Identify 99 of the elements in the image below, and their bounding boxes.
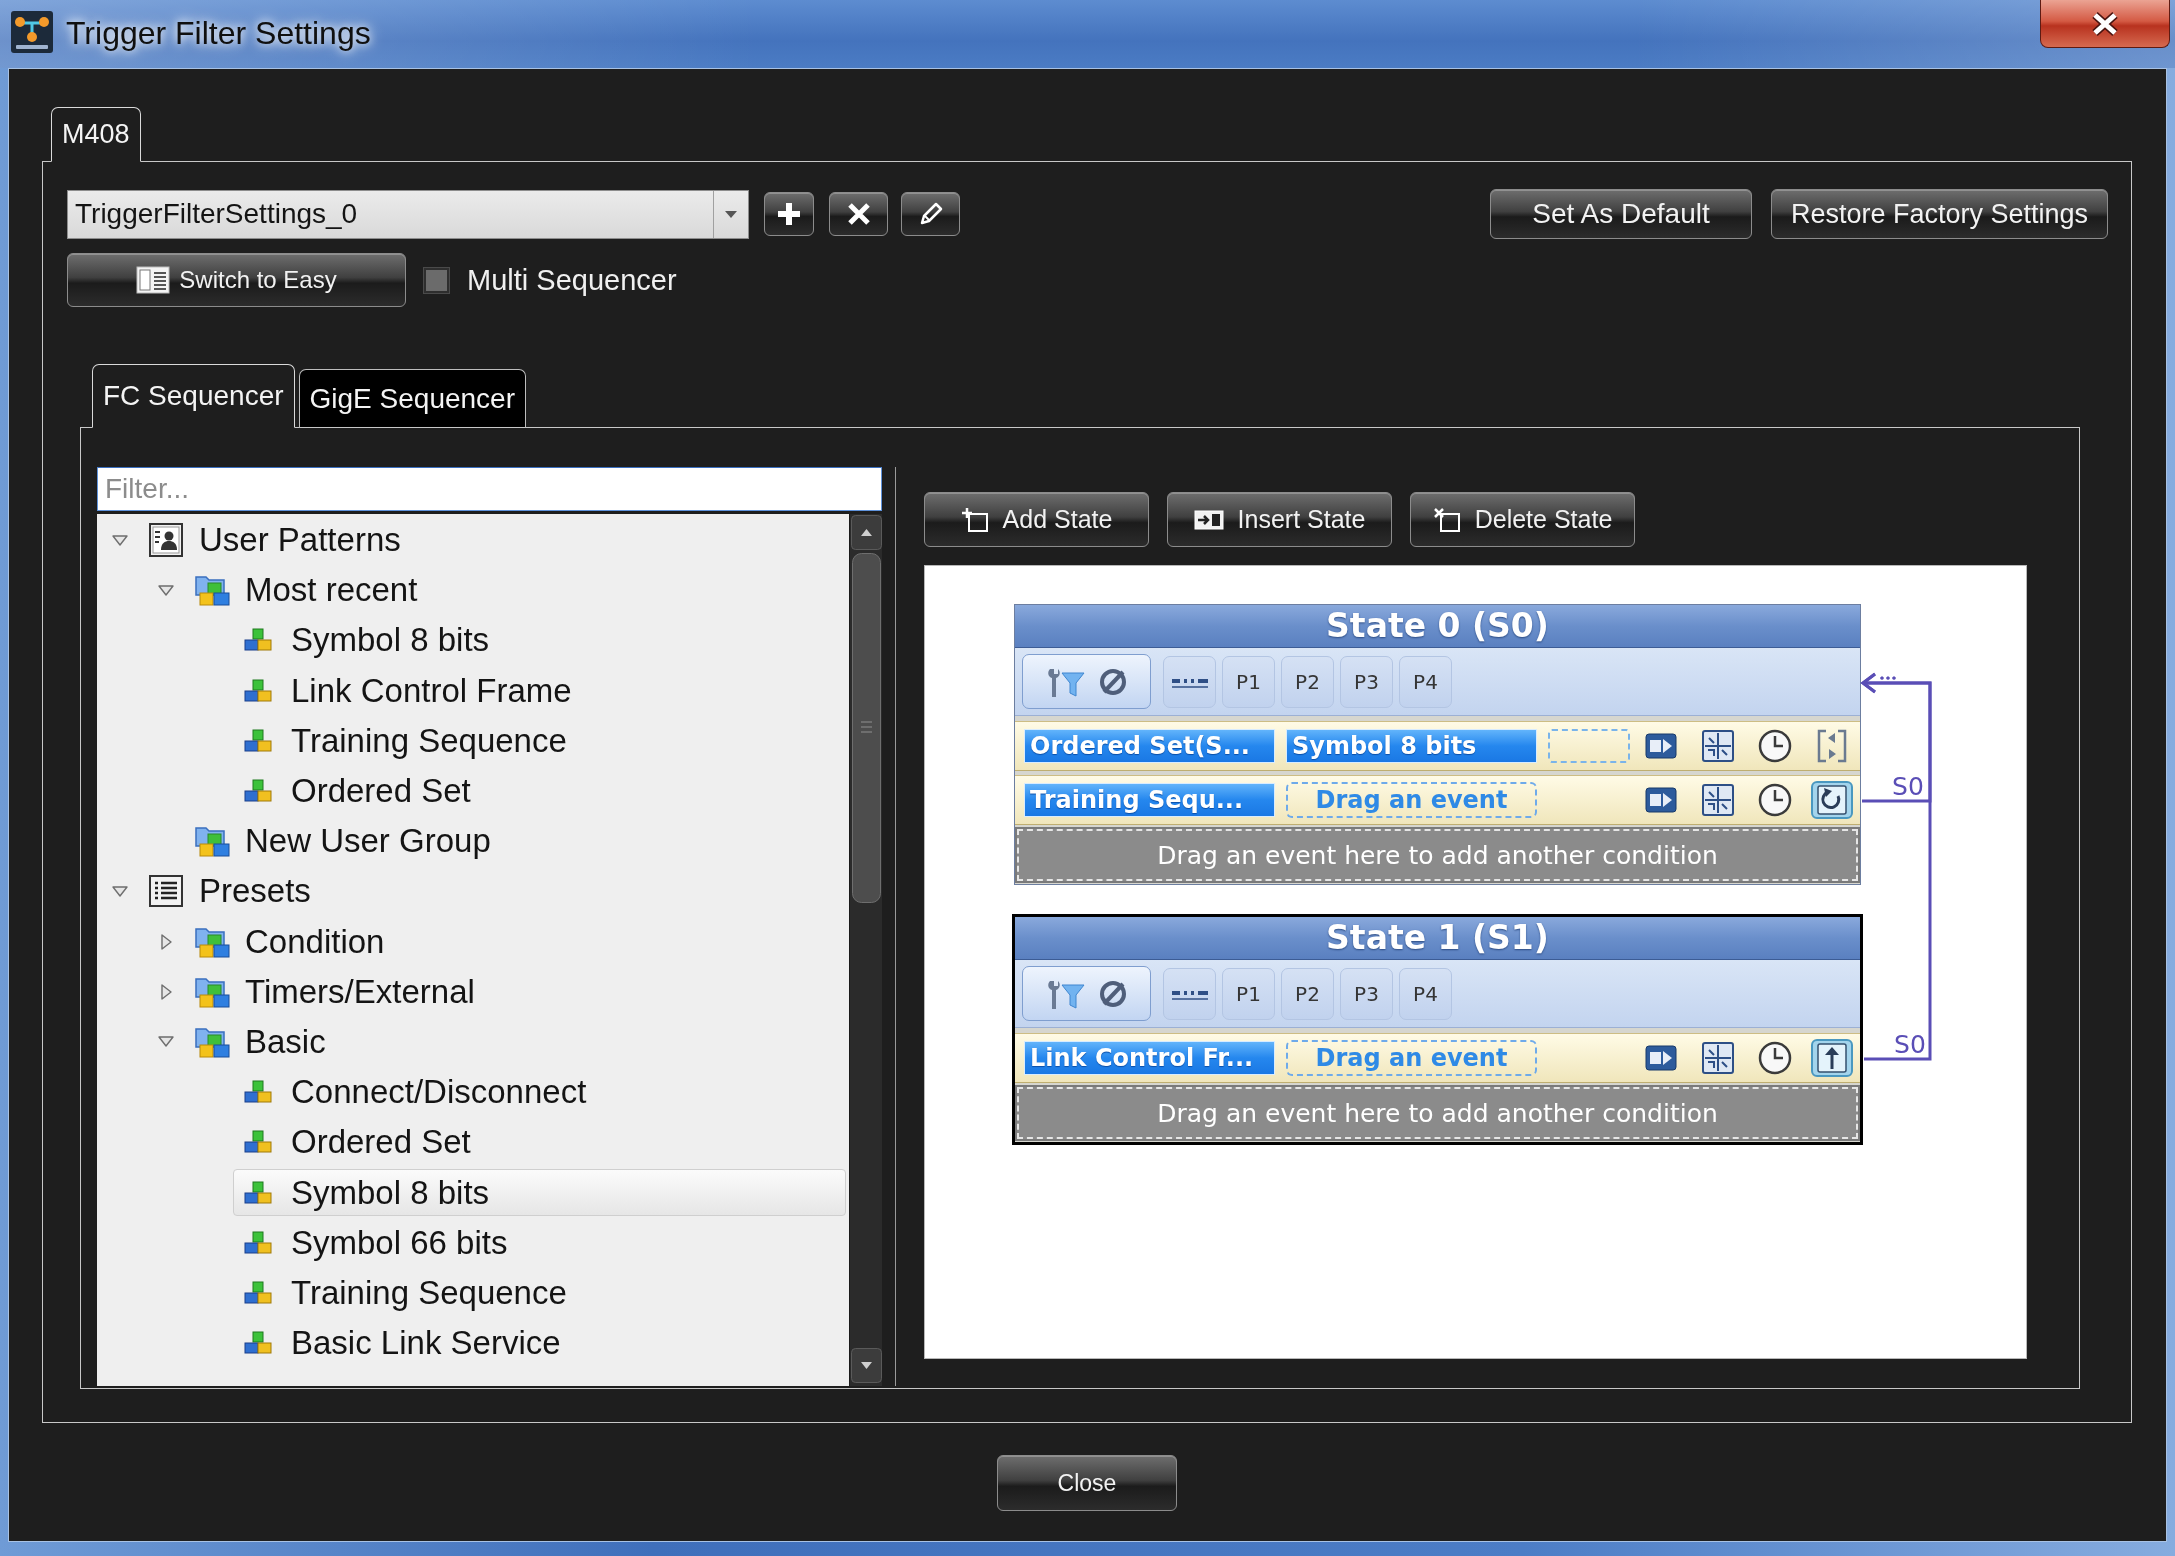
transition-label: S0 [1892, 772, 1924, 801]
blocks-icon [244, 1331, 272, 1356]
tree-item[interactable]: New User Group [187, 817, 846, 865]
blocks-icon [244, 628, 272, 653]
line-button[interactable] [1163, 967, 1216, 1020]
tree-item[interactable]: Presets [141, 867, 846, 915]
scroll-up-icon[interactable] [850, 515, 882, 550]
state-title: State 1 (S1) [1015, 917, 1860, 960]
caret-icon [725, 210, 737, 218]
state-node[interactable]: State 0 (S0) P1 P2 P3 P4 Ordered Set(S... Symbol 8 bits Training Sequ... Drag an event Drag an event here to add another condition [1014, 604, 1861, 885]
pattern-button[interactable]: P4 [1399, 967, 1452, 1020]
node-graph-icon [11, 11, 53, 53]
cross-icon [846, 202, 871, 226]
device-tab[interactable]: M408 [51, 107, 141, 162]
state-node[interactable]: State 1 (S1) P1 P2 P3 P4 Link Control Fr... Drag an event Drag an event here to add another condition [1012, 914, 1863, 1145]
pattern-button[interactable]: P3 [1340, 655, 1393, 708]
remove-button[interactable] [829, 192, 888, 236]
tree-item[interactable]: Link Control Frame [233, 667, 846, 715]
close-button[interactable]: Close [997, 1455, 1177, 1511]
transition-label: S0 [1894, 1030, 1926, 1059]
collapsed-arrow-icon[interactable] [160, 933, 172, 950]
tree-item[interactable]: Training Sequence [233, 717, 846, 765]
tree-item[interactable]: Condition [187, 918, 846, 966]
split-box-icon[interactable] [1701, 1042, 1734, 1074]
pattern-button[interactable]: P1 [1222, 967, 1275, 1020]
sequencer-tab[interactable]: GigE Sequencer [298, 369, 526, 428]
expanded-arrow-icon[interactable] [112, 885, 128, 897]
no-symbol-icon [1097, 666, 1128, 697]
clock-icon[interactable] [1757, 783, 1792, 817]
clock-icon[interactable] [1757, 729, 1792, 763]
filter-tools-button[interactable] [1022, 966, 1151, 1021]
plus-icon [776, 201, 802, 227]
no-symbol-icon [1097, 978, 1128, 1009]
profile-dropdown[interactable]: TriggerFilterSettings_0 [67, 189, 749, 239]
cross-square-icon [1432, 506, 1461, 533]
switch-mode-button[interactable]: Switch to Easy [67, 253, 406, 307]
blocks-icon [244, 779, 272, 804]
tree-item[interactable]: Symbol 8 bits [233, 616, 846, 664]
pattern-button[interactable]: P2 [1281, 967, 1334, 1020]
tree-item[interactable]: Symbol 8 bits [233, 1169, 846, 1217]
tree-item[interactable]: Symbol 66 bits [233, 1219, 846, 1267]
expanded-arrow-icon[interactable] [158, 584, 174, 596]
folder-icon [193, 573, 231, 608]
insert-state-button[interactable]: Insert State [1167, 492, 1392, 547]
delete-state-button[interactable]: Delete State [1410, 492, 1635, 547]
event-chip[interactable]: Ordered Set(S... [1024, 729, 1275, 763]
expanded-arrow-icon[interactable] [158, 1036, 174, 1048]
panel-icon [136, 266, 171, 294]
bracket-arrows-icon[interactable] [1815, 728, 1848, 764]
split-box-icon[interactable] [1701, 730, 1734, 762]
event-chip[interactable]: Link Control Fr... [1024, 1041, 1275, 1075]
clock-icon[interactable] [1757, 1041, 1792, 1075]
line-button[interactable] [1163, 655, 1216, 708]
blocks-icon [244, 1130, 272, 1155]
filter-field[interactable]: Filter... [97, 467, 882, 511]
collapsed-arrow-icon[interactable] [160, 983, 172, 1000]
sequencer-tab[interactable]: FC Sequencer [92, 364, 295, 428]
tree-item[interactable]: Basic [187, 1018, 846, 1066]
set-default-button[interactable]: Set As Default [1490, 189, 1752, 239]
edit-button[interactable] [901, 192, 960, 236]
add-state-button[interactable]: Add State [924, 492, 1149, 547]
filter-tools-button[interactable] [1022, 654, 1151, 709]
scrollbar-track[interactable] [849, 514, 882, 1386]
tree-item[interactable]: Timers/External [187, 968, 846, 1016]
pattern-button[interactable]: P3 [1340, 967, 1393, 1020]
blocks-icon [244, 1280, 272, 1305]
pattern-button[interactable]: P2 [1281, 655, 1334, 708]
pattern-button[interactable]: P4 [1399, 655, 1452, 708]
tree-item[interactable]: Most recent [187, 566, 846, 614]
checkbox-label: Multi Sequencer [467, 263, 677, 297]
tree-item[interactable]: Basic Link Service [233, 1319, 846, 1367]
close-window-button[interactable] [2040, 0, 2170, 48]
split-box-icon[interactable] [1701, 784, 1734, 816]
state-title: State 0 (S0) [1015, 605, 1860, 648]
blocks-icon [244, 1230, 272, 1255]
tree-item[interactable]: Connect/Disconnect [233, 1068, 846, 1116]
window-title: Trigger Filter Settings [66, 14, 371, 53]
scroll-down-icon[interactable] [850, 1348, 882, 1383]
plus-square-icon [960, 506, 989, 533]
blocks-icon [244, 1080, 272, 1105]
folder-icon [193, 824, 231, 859]
scrollbar-thumb[interactable] [851, 553, 881, 903]
tree-item[interactable]: Ordered Set [233, 1118, 846, 1166]
expanded-arrow-icon[interactable] [112, 534, 128, 546]
tree-item[interactable]: Training Sequence [233, 1269, 846, 1317]
tree-item[interactable]: User Patterns [141, 516, 846, 564]
event-chip[interactable]: Training Sequ... [1024, 783, 1275, 817]
restore-defaults-button[interactable]: Restore Factory Settings [1771, 189, 2108, 239]
contact-card-icon [149, 523, 183, 558]
tree-item[interactable]: Ordered Set [233, 767, 846, 815]
blocks-icon [244, 678, 272, 703]
pattern-button[interactable]: P1 [1222, 655, 1275, 708]
list-icon [149, 875, 183, 908]
add-button[interactable] [764, 192, 814, 236]
blocks-icon [244, 728, 272, 753]
blocks-icon [244, 1180, 272, 1205]
close-icon [2090, 10, 2120, 37]
checkbox[interactable] [424, 267, 449, 293]
event-chip[interactable]: Symbol 8 bits [1286, 729, 1537, 763]
